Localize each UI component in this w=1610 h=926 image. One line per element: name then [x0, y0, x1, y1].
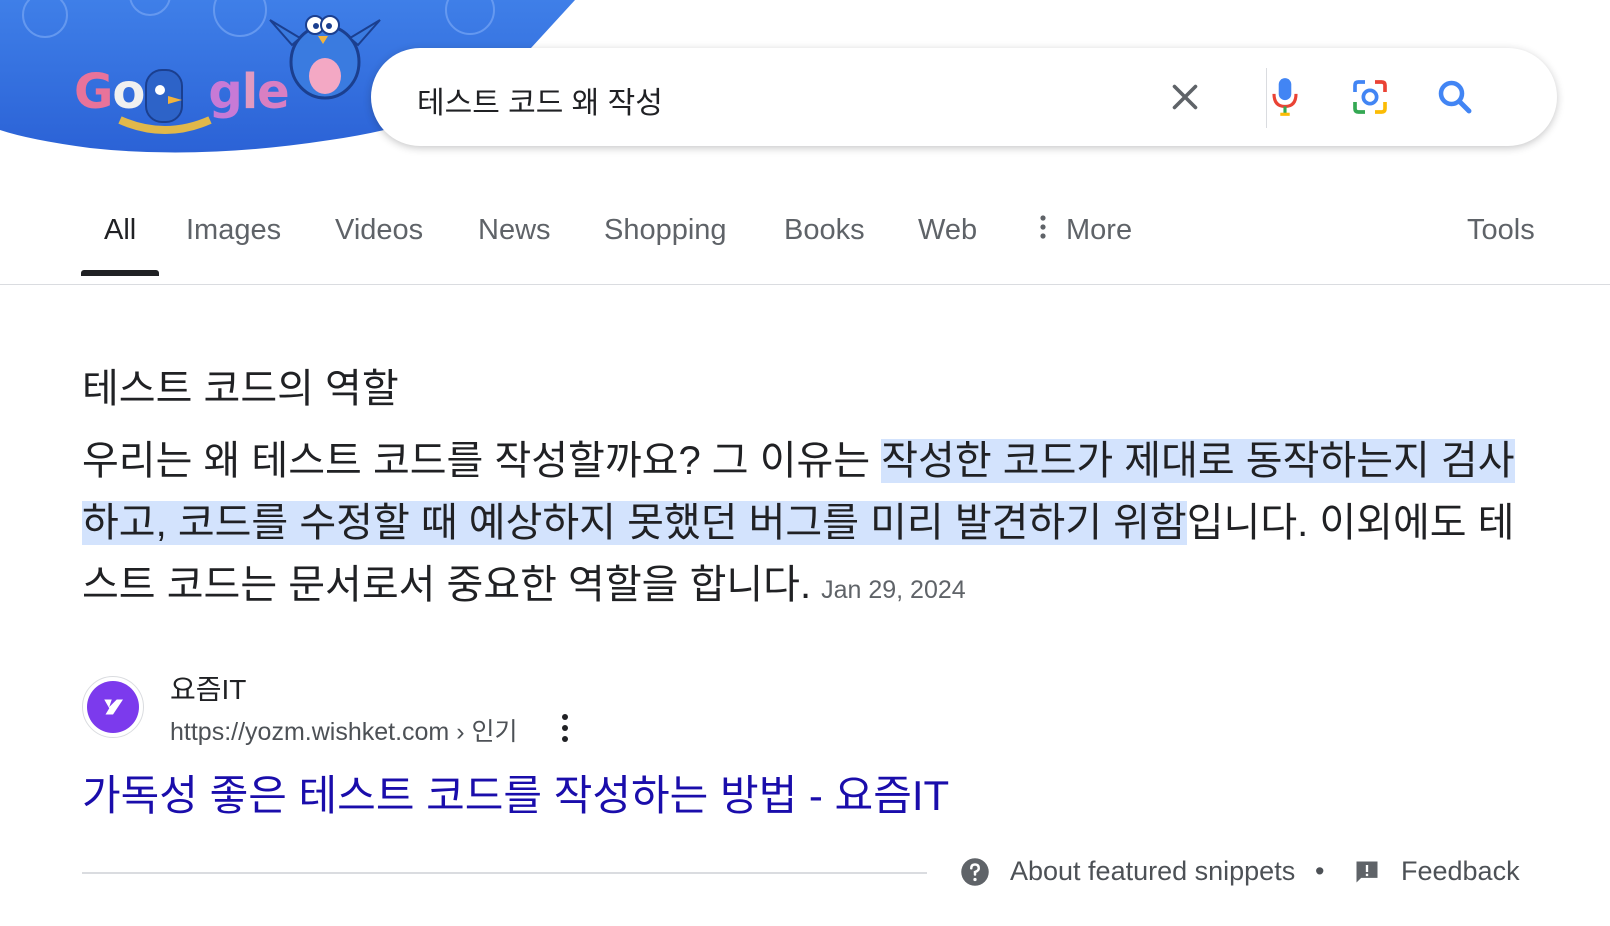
- search-icon[interactable]: [1431, 73, 1479, 121]
- snippet-text: 우리는 왜 테스트 코드를 작성할까요? 그 이유는 작성한 코드가 제대로 동…: [82, 430, 1522, 621]
- footer-divider: [82, 872, 927, 874]
- tab-videos[interactable]: Videos: [335, 214, 423, 247]
- site-name[interactable]: 요즘IT: [170, 668, 246, 708]
- lens-camera-icon[interactable]: [1346, 73, 1394, 121]
- microphone-icon[interactable]: [1261, 73, 1309, 121]
- result-options-icon[interactable]: [555, 712, 575, 744]
- tab-more[interactable]: More: [1040, 214, 1132, 248]
- more-vert-icon: [1040, 214, 1046, 248]
- google-logo: Gooogle: [74, 64, 290, 120]
- footer-separator: •: [1315, 856, 1325, 886]
- help-icon: [961, 857, 989, 886]
- snippet-date: Jan 29, 2024: [821, 576, 966, 604]
- tools-button[interactable]: Tools: [1467, 214, 1535, 247]
- site-favicon[interactable]: [82, 676, 144, 738]
- tabs-divider: [0, 284, 1610, 285]
- about-featured-snippets-label: About featured snippets: [1010, 856, 1296, 886]
- feedback-icon: [1356, 861, 1378, 882]
- feedback-link[interactable]: Feedback: [1353, 856, 1520, 887]
- search-box: 테스트 코드 왜 작성: [371, 48, 1557, 146]
- search-tabs: All Images Videos News Shopping Books We…: [0, 200, 1610, 280]
- tab-all[interactable]: All: [104, 214, 136, 247]
- site-url[interactable]: https://yozm.wishket.com › 인기: [170, 712, 517, 748]
- snippet-heading: 테스트 코드의 역할: [82, 367, 399, 411]
- search-input[interactable]: 테스트 코드 왜 작성: [417, 78, 663, 122]
- tab-news[interactable]: News: [478, 214, 551, 247]
- snippet-text-before: 우리는 왜 테스트 코드를 작성할까요? 그 이유는: [82, 439, 882, 483]
- tab-more-label: More: [1066, 214, 1133, 246]
- tab-images[interactable]: Images: [186, 214, 281, 247]
- clear-icon[interactable]: [1161, 73, 1209, 121]
- tab-books[interactable]: Books: [784, 214, 865, 247]
- result-title-link[interactable]: 가독성 좋은 테스트 코드를 작성하는 방법 - 요즘IT: [82, 762, 949, 823]
- tab-web[interactable]: Web: [918, 214, 977, 247]
- active-tab-indicator: [81, 270, 159, 276]
- tab-shopping[interactable]: Shopping: [604, 214, 727, 247]
- feedback-label: Feedback: [1401, 856, 1520, 886]
- about-featured-snippets-link[interactable]: About featured snippets: [960, 856, 1295, 887]
